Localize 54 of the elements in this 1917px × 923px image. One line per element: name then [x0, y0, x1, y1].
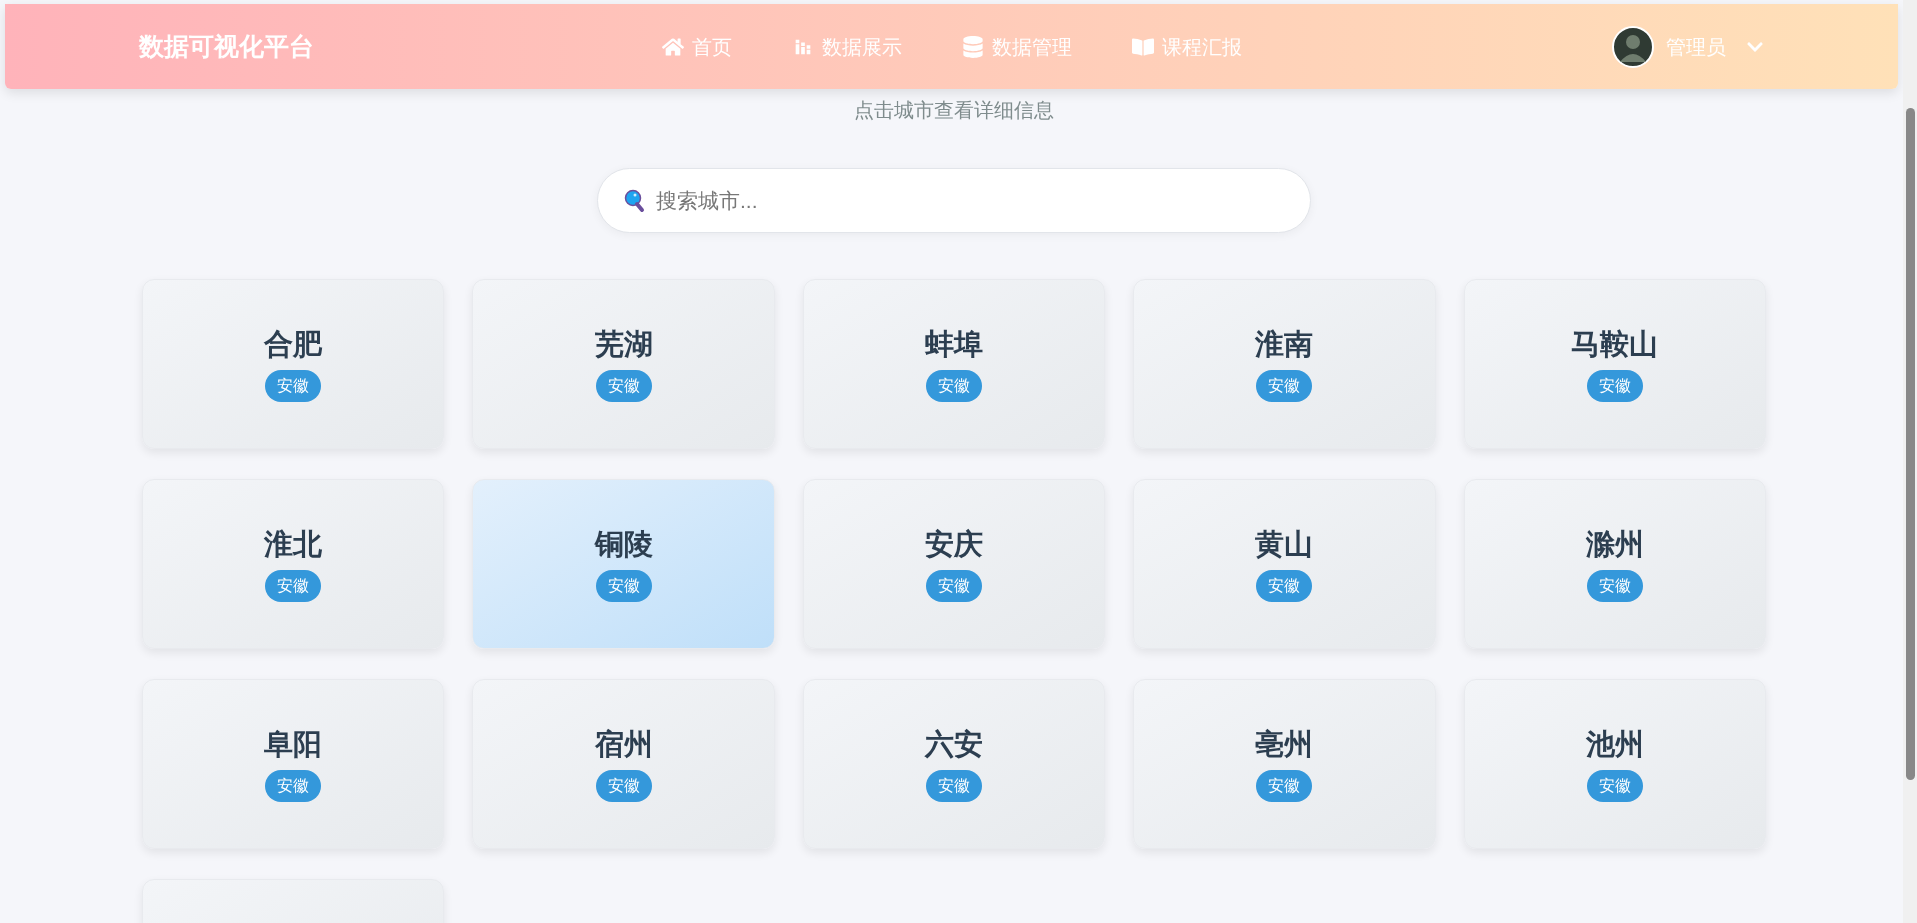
city-name: 合肥 [264, 326, 323, 362]
city-card[interactable]: 芜湖 安徽 [472, 279, 775, 449]
province-tag: 安徽 [926, 770, 982, 803]
home-icon [661, 35, 684, 58]
city-card[interactable]: 安庆 安徽 [802, 479, 1106, 649]
city-name: 阜阳 [264, 726, 323, 762]
province-tag: 安徽 [1256, 570, 1313, 603]
city-name: 安庆 [925, 526, 983, 562]
city-card[interactable]: 淮南 安徽 [1133, 279, 1436, 449]
city-name: 蚌埠 [925, 326, 983, 362]
city-card[interactable]: 铜陵 安徽 [472, 479, 775, 649]
city-card[interactable]: 黄山 安徽 [1133, 479, 1436, 649]
city-card[interactable]: 阜阳 安徽 [142, 679, 445, 849]
province-tag: 安徽 [1256, 370, 1313, 403]
province-tag: 安徽 [1256, 770, 1313, 803]
city-name: 黄山 [1255, 526, 1314, 562]
province-tag: 安徽 [595, 770, 652, 803]
city-name: 亳州 [1255, 726, 1314, 762]
city-card[interactable]: 亳州 安徽 [1133, 679, 1436, 849]
search-icon [624, 189, 646, 213]
province-tag: 安徽 [926, 370, 982, 403]
province-tag: 安徽 [1586, 570, 1643, 603]
city-name: 淮南 [1255, 326, 1314, 362]
city-card[interactable]: 蚌埠 安徽 [802, 279, 1106, 449]
province-tag: 安徽 [1586, 770, 1643, 803]
city-card[interactable]: 淮北 安徽 [142, 479, 445, 649]
app-title: 数据可视化平台 [139, 30, 315, 62]
province-tag: 安徽 [595, 370, 652, 403]
province-tag: 安徽 [1586, 370, 1643, 403]
city-name: 宿州 [594, 726, 653, 762]
city-card[interactable]: 宿州 安徽 [472, 679, 775, 849]
city-name: 马鞍山 [1571, 326, 1659, 362]
province-tag: 安徽 [265, 570, 322, 603]
city-card[interactable]: 马鞍山 安徽 [1463, 279, 1766, 449]
search-field[interactable]: 搜索城市... [597, 168, 1311, 233]
city-name: 六安 [925, 726, 983, 762]
city-card[interactable]: 池州 安徽 [1463, 679, 1766, 849]
avatar-icon [1612, 25, 1654, 68]
scrollbar[interactable] [1903, 0, 1917, 923]
city-name: 芜湖 [594, 326, 653, 362]
city-name: 铜陵 [594, 526, 653, 562]
book-icon [1131, 35, 1154, 58]
province-tag: 安徽 [595, 570, 652, 603]
city-name: 池州 [1585, 726, 1644, 762]
city-name: 滁州 [1585, 526, 1644, 562]
city-name: 淮北 [264, 526, 323, 562]
city-card[interactable]: 六安 安徽 [802, 679, 1106, 849]
province-tag: 安徽 [265, 370, 322, 403]
city-card[interactable]: 合肥 安徽 [142, 279, 445, 449]
city-card[interactable]: 滁州 安徽 [1463, 479, 1766, 649]
subtitle: 点击城市查看详细信息 [853, 98, 1055, 123]
province-tag: 安徽 [265, 770, 322, 803]
province-tag: 安徽 [926, 570, 982, 603]
database-icon [961, 35, 984, 58]
